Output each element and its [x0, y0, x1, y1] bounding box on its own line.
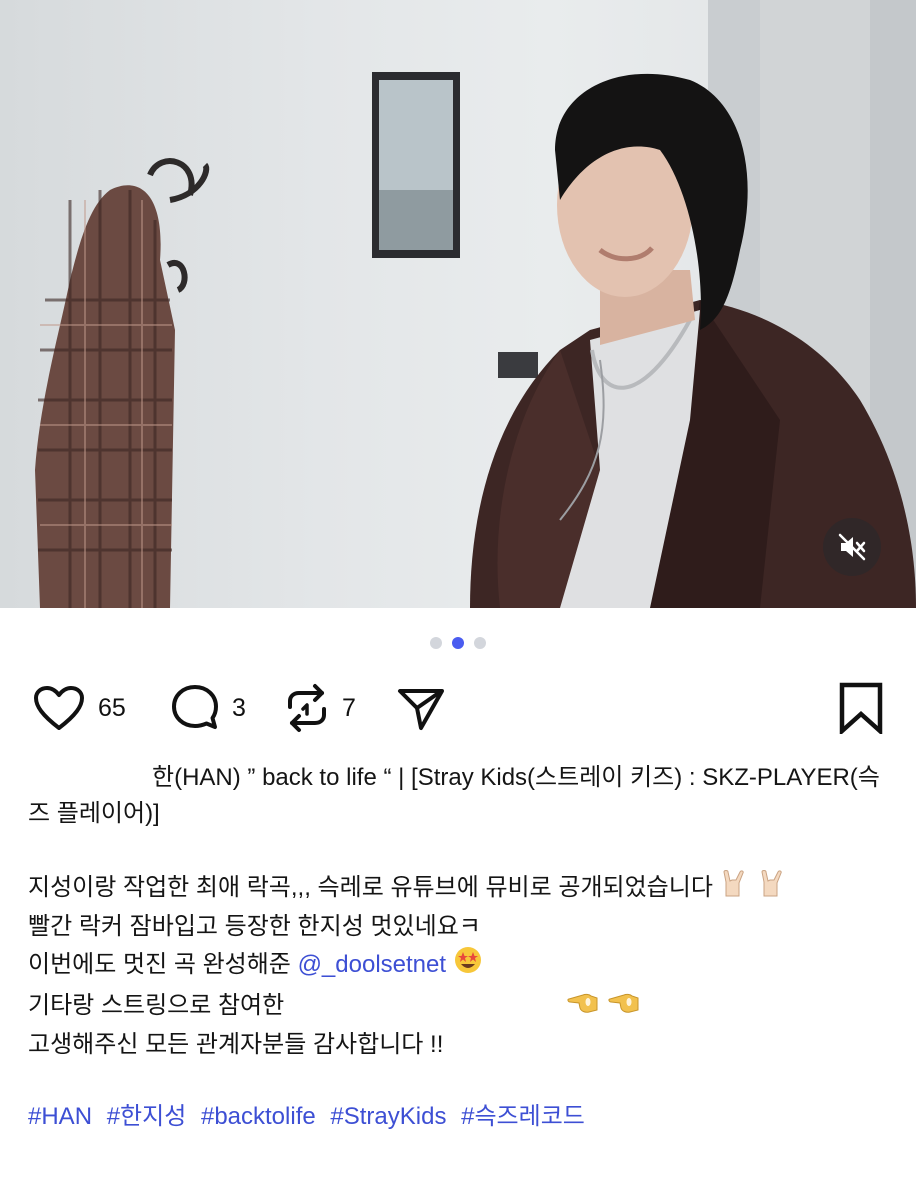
caption-line: 기타랑 스트링으로 참여한 [28, 986, 890, 1027]
comment-bubble-icon [172, 685, 218, 729]
carousel-dot-active[interactable] [452, 637, 464, 649]
post-caption: 한(HAN) ” back to life “ | [Stray Kids(스트… [28, 760, 890, 1135]
caption-text: 이번에도 멋진 곡 완성해준 [28, 950, 291, 978]
like-count: 65 [98, 693, 126, 722]
repost-count: 7 [342, 693, 356, 722]
carousel-dot[interactable] [430, 637, 442, 649]
caption-line: 고생해주신 모든 관계자분들 감사합니다 !! [28, 1027, 890, 1063]
repost-icon [288, 684, 326, 732]
hashtag-list: #HAN #한지성 #backtolife #StrayKids #슥즈레코드 [28, 1099, 890, 1135]
like-button[interactable]: 65 [32, 682, 126, 734]
hashtag-link[interactable]: #HAN [28, 1103, 92, 1130]
heart-icon [34, 686, 84, 730]
caption-title: 한(HAN) ” back to life “ | [Stray Kids(스트… [28, 764, 880, 827]
caption-text: 기타랑 스트링으로 참여한 [28, 991, 285, 1019]
video-frame [35, 0, 916, 608]
hashtag-link[interactable]: #한지성 [107, 1103, 187, 1130]
send-icon [398, 689, 444, 730]
comment-count: 3 [232, 693, 246, 722]
user-mention-link[interactable]: @_doolsetnet [298, 951, 446, 978]
share-button[interactable] [396, 682, 446, 734]
action-bar: 65 3 7 [32, 682, 884, 734]
rock-hand-emoji-icon [720, 868, 791, 909]
caption-line: 이번에도 멋진 곡 완성해준 @_doolsetnet [28, 945, 890, 986]
pointing-hand-emoji-icon [567, 986, 642, 1027]
mute-button[interactable] [823, 518, 881, 576]
hashtag-link[interactable]: #StrayKids [330, 1103, 446, 1130]
speaker-muted-icon [838, 533, 866, 561]
caption-text: 고생해주신 모든 관계자분들 감사합니다 !! [28, 1031, 444, 1058]
bookmark-icon [839, 682, 883, 734]
caption-text: 지성이랑 작업한 최애 락곡,,, 슥레로 유튜브에 뮤비로 공개되었습니다 [28, 873, 713, 901]
caption-line: 빨간 락커 잠바입고 등장한 한지성 멋있네요ㅋ [28, 909, 890, 945]
star-struck-emoji-icon [453, 945, 483, 986]
bookmark-button[interactable] [838, 682, 884, 734]
post-media[interactable] [0, 0, 916, 608]
repost-button[interactable]: 7 [284, 682, 356, 734]
carousel-dot[interactable] [474, 637, 486, 649]
caption-text: 빨간 락커 잠바입고 등장한 한지성 멋있네요ㅋ [28, 913, 481, 940]
hashtag-link[interactable]: #backtolife [201, 1103, 316, 1130]
carousel-indicator [0, 636, 916, 650]
comment-button[interactable]: 3 [170, 682, 246, 734]
hashtag-link[interactable]: #슥즈레코드 [461, 1103, 585, 1130]
caption-line: 지성이랑 작업한 최애 락곡,,, 슥레로 유튜브에 뮤비로 공개되었습니다 [28, 868, 890, 909]
